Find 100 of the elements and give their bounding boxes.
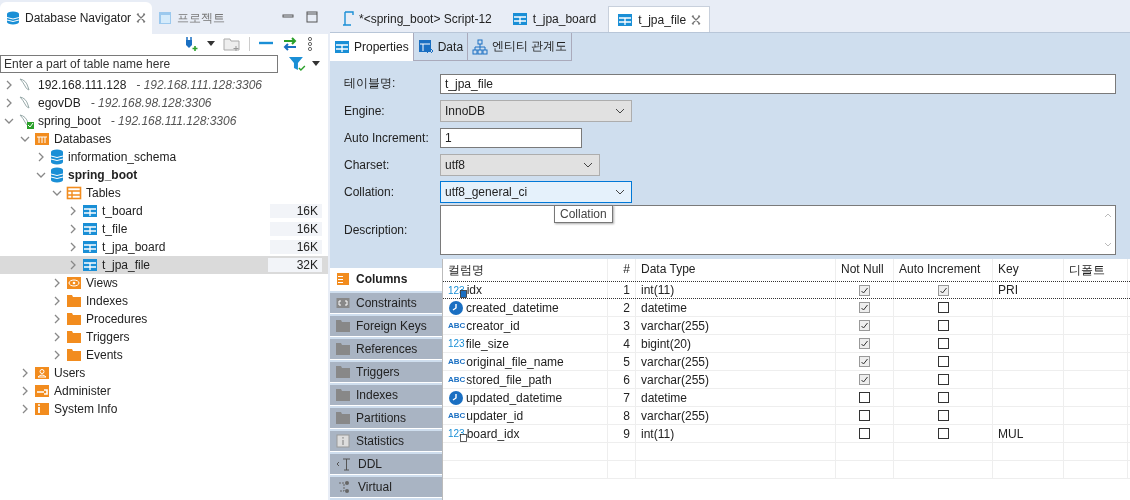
tree-item[interactable]: Databases (54, 132, 112, 146)
dropdown[interactable]: utf8 (440, 153, 600, 176)
collapsed-chevron-icon[interactable] (68, 260, 78, 270)
editor-tab[interactable]: t_jpa_board (503, 6, 605, 32)
dropdown[interactable]: utf8_general_ci (440, 180, 632, 203)
dropdown-icon[interactable] (312, 61, 320, 67)
expanded-chevron-icon[interactable] (36, 170, 46, 180)
plug-icon[interactable] (183, 36, 199, 52)
collapsed-chevron-icon[interactable] (4, 98, 14, 108)
checkbox[interactable] (937, 428, 949, 439)
collapsed-chevron-icon[interactable] (52, 278, 62, 288)
checkbox[interactable] (859, 374, 870, 385)
section-tab[interactable]: Constraints (330, 293, 442, 314)
column-header[interactable]: 디폴트 (1064, 259, 1128, 281)
section-tab[interactable]: Statistics (330, 431, 442, 452)
tree-item[interactable]: egovDB (38, 96, 81, 110)
filter-icon[interactable] (288, 56, 307, 72)
checkbox[interactable] (937, 284, 949, 296)
filter-field[interactable]: Enter a part of table name here (0, 55, 279, 73)
view-tab[interactable]: Data (413, 33, 469, 61)
tree-item[interactable]: t_board (102, 204, 143, 218)
view-tab[interactable]: 엔티티 관계도 (468, 33, 573, 61)
expanded-chevron-icon[interactable] (52, 188, 62, 198)
column-header[interactable]: Auto Increment (894, 259, 993, 281)
column-header[interactable]: Key (993, 259, 1064, 281)
section-tab[interactable]: References (330, 339, 442, 360)
tree-item[interactable]: spring_boot (38, 114, 101, 128)
tree-item[interactable]: Users (54, 366, 86, 380)
column-header[interactable]: # (608, 259, 636, 281)
tree-item[interactable]: Tables (86, 186, 121, 200)
checkbox[interactable] (859, 428, 870, 439)
section-tab[interactable]: Triggers (330, 362, 442, 383)
tree-item[interactable]: t_jpa_board (102, 240, 166, 254)
column-header[interactable]: Not Null (836, 259, 894, 281)
checkbox[interactable] (859, 338, 870, 349)
section-tab[interactable]: DDL (330, 454, 442, 475)
checkbox[interactable] (859, 356, 870, 367)
sync-arrows-icon[interactable] (282, 37, 298, 51)
tree-item[interactable]: t_jpa_file (102, 258, 151, 272)
checkbox[interactable] (937, 356, 949, 367)
checkbox[interactable] (859, 284, 870, 296)
tree-item[interactable]: System Info (54, 402, 118, 416)
more-icon[interactable] (306, 36, 314, 52)
tree-item[interactable]: spring_boot (68, 168, 138, 182)
text-field[interactable]: t_jpa_file (440, 73, 1116, 94)
checkbox[interactable] (937, 338, 949, 349)
section-tab[interactable]: Indexes (330, 385, 442, 406)
tree-item[interactable]: Views (86, 276, 118, 290)
column-header[interactable]: Data Type (636, 259, 836, 281)
collapsed-chevron-icon[interactable] (20, 404, 30, 414)
collapsed-chevron-icon[interactable] (52, 350, 62, 360)
close-icon[interactable] (691, 14, 702, 25)
checkbox[interactable] (937, 410, 949, 421)
column-header[interactable]: 컬럼명 (443, 259, 608, 281)
expanded-chevron-icon[interactable] (4, 116, 14, 126)
collapsed-chevron-icon[interactable] (68, 224, 78, 234)
section-tab[interactable]: Foreign Keys (330, 316, 442, 337)
tree-item[interactable]: t_file (102, 222, 128, 236)
dropdown-icon[interactable] (207, 41, 215, 47)
collapsed-chevron-icon[interactable] (36, 152, 46, 162)
checkbox[interactable] (859, 320, 870, 331)
table-row[interactable]: 123file_size 4 bigint(20) (443, 335, 1130, 353)
tree-item[interactable]: 192.168.111.128 (38, 78, 127, 92)
view-tab[interactable]: Properties (330, 33, 414, 61)
collapsed-chevron-icon[interactable] (68, 206, 78, 216)
collapsed-chevron-icon[interactable] (20, 368, 30, 378)
table-row[interactable]: ABCcreator_id 3 varchar(255) (443, 317, 1130, 335)
panel-tab[interactable]: Database Navigator (0, 2, 153, 34)
table-row[interactable]: ABC updater_id 8 varchar(255) (443, 407, 1130, 425)
text-field[interactable]: 1 (440, 127, 582, 148)
section-tab[interactable]: Virtual (330, 477, 442, 498)
dropdown[interactable]: InnoDB (440, 99, 632, 122)
tree-item[interactable]: Events (86, 348, 123, 362)
section-tab[interactable]: Columns (330, 268, 442, 291)
table-row[interactable]: updated_datetime 7 datetime (443, 389, 1130, 407)
collapsed-chevron-icon[interactable] (68, 242, 78, 252)
editor-tab[interactable]: *<spring_boot> Script-12 (334, 6, 500, 32)
collapsed-chevron-icon[interactable] (20, 386, 30, 396)
tree-item[interactable]: Indexes (86, 294, 129, 308)
checkbox[interactable] (859, 410, 870, 421)
checkbox[interactable] (859, 392, 870, 403)
checkbox[interactable] (937, 374, 949, 385)
collapsed-chevron-icon[interactable] (52, 314, 62, 324)
checkbox[interactable] (859, 302, 870, 313)
tree-item[interactable]: Administer (54, 384, 111, 398)
section-tab[interactable]: Partitions (330, 408, 442, 429)
table-row[interactable]: created_datetime 2 datetime (443, 299, 1130, 317)
maximize-icon[interactable] (306, 11, 318, 23)
tree-item[interactable]: Procedures (86, 312, 148, 326)
collapsed-chevron-icon[interactable] (52, 296, 62, 306)
editor-tab[interactable]: t_jpa_file (608, 6, 711, 32)
checkbox[interactable] (937, 320, 949, 331)
tree-item[interactable]: Triggers (86, 330, 130, 344)
table-row[interactable]: ABCoriginal_file_name 5 varchar(255) (443, 353, 1130, 371)
table-row[interactable]: ABCstored_file_path 6 varchar(255) (443, 371, 1130, 389)
close-icon[interactable] (136, 13, 147, 23)
collapsed-chevron-icon[interactable] (4, 80, 14, 90)
tree-item[interactable]: information_schema (68, 150, 177, 164)
collapsed-chevron-icon[interactable] (52, 332, 62, 342)
checkbox[interactable] (937, 302, 949, 313)
